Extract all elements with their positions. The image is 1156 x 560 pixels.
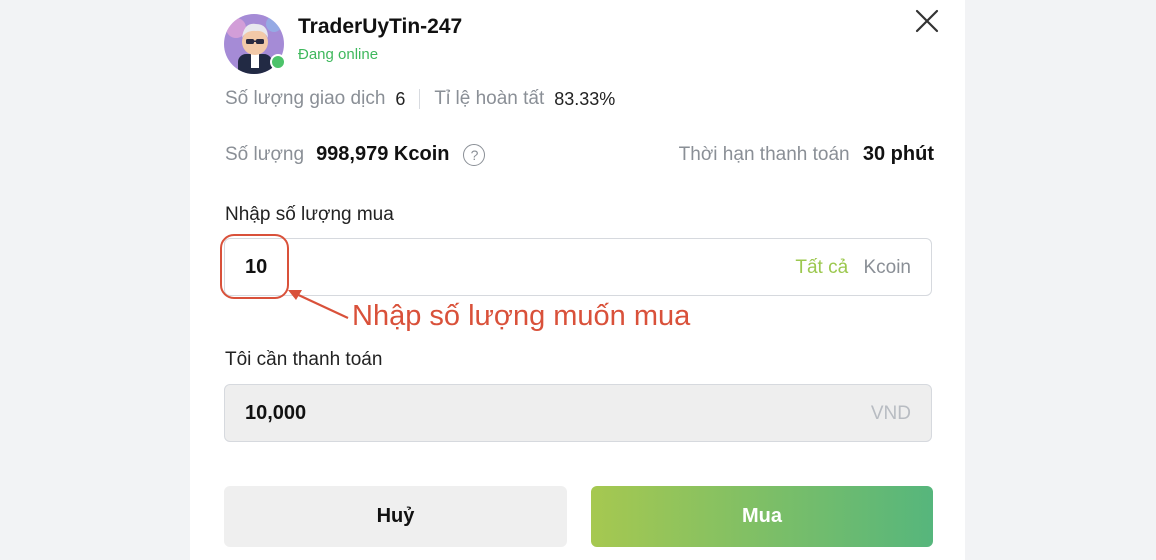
trades-count-value: 6 [395,88,406,109]
annotation-arrow-icon [288,290,349,319]
pay-amount-field: VND [224,384,932,442]
amount-value: 998,979 Kcoin [316,143,450,165]
buy-button[interactable]: Mua [591,486,933,547]
online-status-dot [270,54,286,70]
trader-stats: Số lượng giao dịch 6 Tỉ lệ hoàn tất 83.3… [225,88,615,110]
deadline-value: 30 phút [862,143,934,165]
deadline-label: Thời hạn thanh toán [678,144,850,165]
kcoin-unit: Kcoin [863,257,911,278]
completion-rate-label: Tỉ lệ hoàn tất [434,88,545,109]
trades-count-label: Số lượng giao dịch [225,88,386,109]
buy-amount-suffix: Tất cả Kcoin [795,257,911,279]
stats-divider [419,89,421,109]
annotation-highlight-box [220,234,289,299]
vnd-unit: VND [870,403,911,424]
payment-deadline: Thời hạn thanh toán 30 phút [679,143,934,166]
amount-label: Số lượng [225,143,305,165]
pay-amount-label: Tôi cần thanh toán [225,349,383,370]
close-icon[interactable] [912,6,942,36]
available-amount: Số lượng 998,979 Kcoin ? [225,143,486,166]
online-status: Đang online [298,46,379,63]
buy-amount-label: Nhập số lượng mua [225,204,394,225]
trader-name: TraderUyTin-247 [298,15,463,38]
annotation-text: Nhập số lượng muốn mua [352,300,691,332]
pay-amount-suffix: VND [871,403,911,425]
completion-rate-value: 83.33% [554,88,616,109]
buy-amount-input[interactable] [245,256,545,279]
question-circle-icon[interactable]: ? [463,143,486,166]
select-all-link[interactable]: Tất cả [795,257,848,278]
cancel-button[interactable]: Huỷ [224,486,567,547]
pay-amount-input [245,402,545,425]
